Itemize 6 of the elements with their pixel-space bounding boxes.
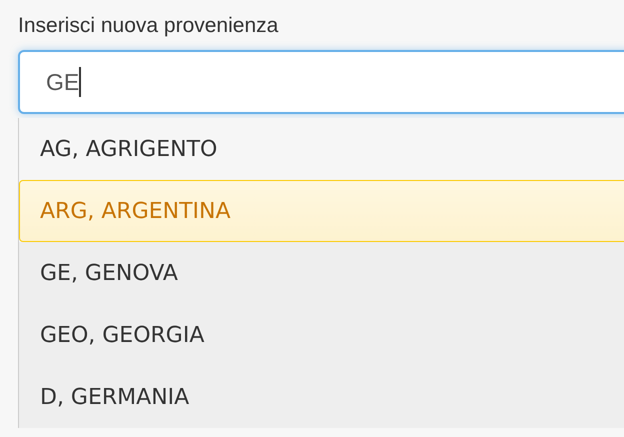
suggestion-item[interactable]: GEO, GEORGIA [19, 304, 624, 366]
suggestion-item[interactable]: AG, AGRIGENTO [19, 118, 624, 180]
suggestion-item[interactable]: GE, GENOVA [19, 242, 624, 304]
search-field[interactable]: GE [18, 50, 624, 114]
field-label: Inserisci nuova provenienza [18, 14, 280, 39]
suggestion-item[interactable]: D, GERMANIA [19, 366, 624, 428]
